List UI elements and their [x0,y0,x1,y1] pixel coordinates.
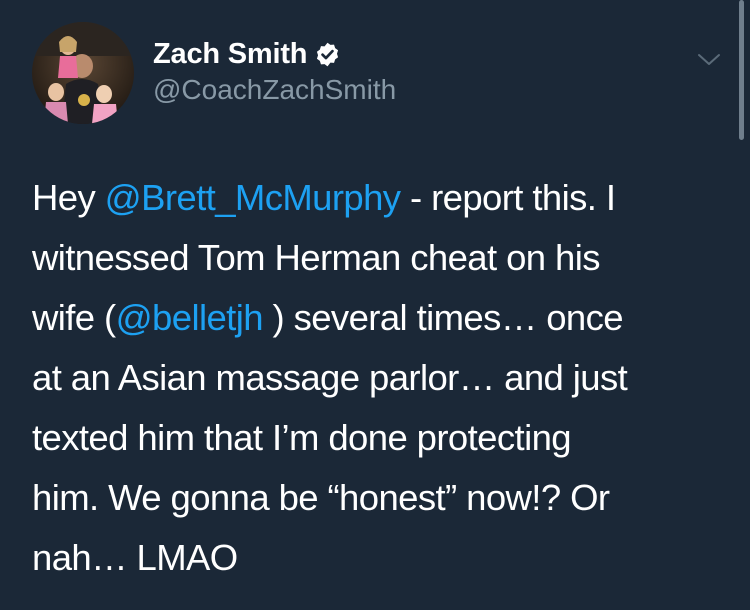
user-handle[interactable]: @CoachZachSmith [153,74,396,106]
avatar-photo [32,22,134,124]
tweet-text: Hey @Brett_McMurphy - report this. I wit… [32,168,722,588]
tweet-text-line: nah… LMAO [32,537,238,578]
mention-link[interactable]: @belletjh [116,297,264,338]
tweet-text-line: wife (@belletjh ) several times… once [32,288,722,348]
tweet-text-line: Hey @Brett_McMurphy - report this. I [32,168,722,228]
tweet-text-segment: - report this. I [400,177,616,218]
tweet-text-line: at an Asian massage parlor… and just [32,357,628,398]
mention-link[interactable]: @Brett_McMurphy [105,177,401,218]
tweet-text-segment: ) several times… once [262,297,623,338]
name-row: Zach Smith [153,34,341,74]
chevron-down-icon[interactable] [694,44,724,74]
tweet-card: Zach Smith @CoachZachSmith Hey @Brett_Mc… [0,0,750,610]
tweet-text-segment: wife ( [32,297,116,338]
avatar[interactable] [32,22,134,124]
display-name[interactable]: Zach Smith [153,38,308,71]
tweet-text-line: texted him that I’m done protecting [32,417,572,458]
tweet-text-line: him. We gonna be “honest” now!? Or [32,477,610,518]
scrollbar[interactable] [739,0,744,140]
tweet-text-segment: Hey [32,177,105,218]
tweet-text-line: witnessed Tom Herman cheat on his [32,237,600,278]
verified-badge-icon [314,41,341,68]
